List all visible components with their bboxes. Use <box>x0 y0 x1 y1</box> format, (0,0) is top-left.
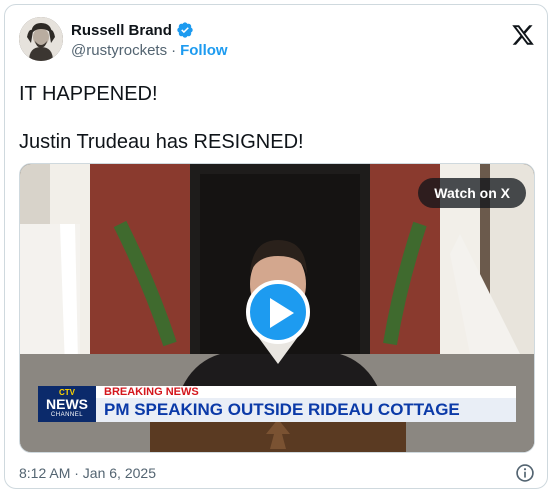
tweet-line-2: Justin Trudeau has RESIGNED! <box>19 131 304 153</box>
news-lower-third: CTV NEWS CHANNEL BREAKING NEWS PM SPEAKI… <box>38 386 516 422</box>
play-icon <box>270 298 294 328</box>
avatar[interactable] <box>19 17 63 61</box>
name-row: Russell Brand <box>71 21 194 39</box>
tweet-line-1: IT HAPPENED! <box>19 83 158 105</box>
x-logo-icon[interactable] <box>511 23 535 47</box>
logo-news: NEWS <box>46 396 88 412</box>
display-name[interactable]: Russell Brand <box>71 22 172 39</box>
ctv-news-channel-logo: CTV NEWS CHANNEL <box>38 386 96 422</box>
play-button[interactable] <box>246 280 310 344</box>
timestamp-link[interactable]: 8:12 AM · Jan 6, 2025 <box>19 465 156 481</box>
handle-row: @rustyrockets · Follow <box>71 42 228 59</box>
verified-badge-icon <box>176 21 194 39</box>
follow-button[interactable]: Follow <box>180 42 228 59</box>
handle[interactable]: @rustyrockets <box>71 42 167 59</box>
video-player[interactable]: Watch on X CTV NEWS CHANNEL BREAKING NEW… <box>19 163 535 453</box>
breaking-news-label: BREAKING NEWS <box>96 386 516 398</box>
logo-channel: CHANNEL <box>50 412 84 418</box>
tweet-footer: 8:12 AM · Jan 6, 2025 <box>19 463 535 483</box>
info-icon[interactable] <box>515 463 535 483</box>
tweet-header: Russell Brand @rustyrockets · Follow <box>19 17 535 61</box>
news-headline: PM SPEAKING OUTSIDE RIDEAU COTTAGE <box>96 398 516 422</box>
separator-dot: · <box>171 42 177 59</box>
watch-on-x-button[interactable]: Watch on X <box>418 178 526 208</box>
tweet-embed-card[interactable]: Russell Brand @rustyrockets · Follow IT … <box>4 4 548 489</box>
